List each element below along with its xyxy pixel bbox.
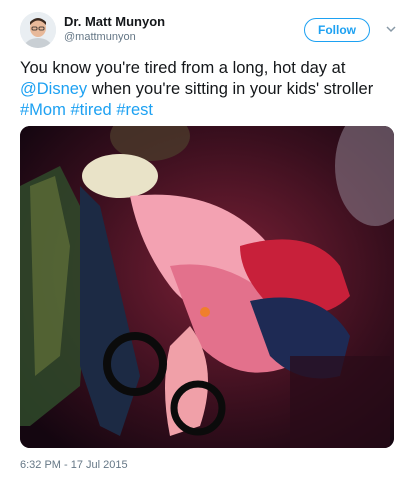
chevron-down-icon[interactable] xyxy=(384,22,398,36)
avatar[interactable] xyxy=(20,12,56,48)
hashtag-link[interactable]: #tired xyxy=(70,101,111,119)
hashtag-link[interactable]: #rest xyxy=(116,101,153,119)
user-handle[interactable]: @mattmunyon xyxy=(64,30,165,44)
tweet-text: You know you're tired from a long, hot d… xyxy=(20,58,398,121)
tweet-text-part1: You know you're tired from a long, hot d… xyxy=(20,59,346,77)
hashtag-link[interactable]: #Mom xyxy=(20,101,66,119)
tweet-photo[interactable] xyxy=(20,126,394,448)
tweet-timestamp[interactable]: 6:32 PM - 17 Jul 2015 xyxy=(20,459,128,471)
mention-link[interactable]: @Disney xyxy=(20,80,87,98)
follow-button[interactable]: Follow xyxy=(304,18,370,42)
user-names: Dr. Matt Munyon @mattmunyon xyxy=(64,14,165,44)
display-name[interactable]: Dr. Matt Munyon xyxy=(64,14,165,30)
tweet-text-part2: when you're sitting in your kids' stroll… xyxy=(87,80,374,98)
tweet-card: Dr. Matt Munyon @mattmunyon Follow You k… xyxy=(0,0,415,478)
tweet-header: Dr. Matt Munyon @mattmunyon Follow xyxy=(20,12,400,52)
